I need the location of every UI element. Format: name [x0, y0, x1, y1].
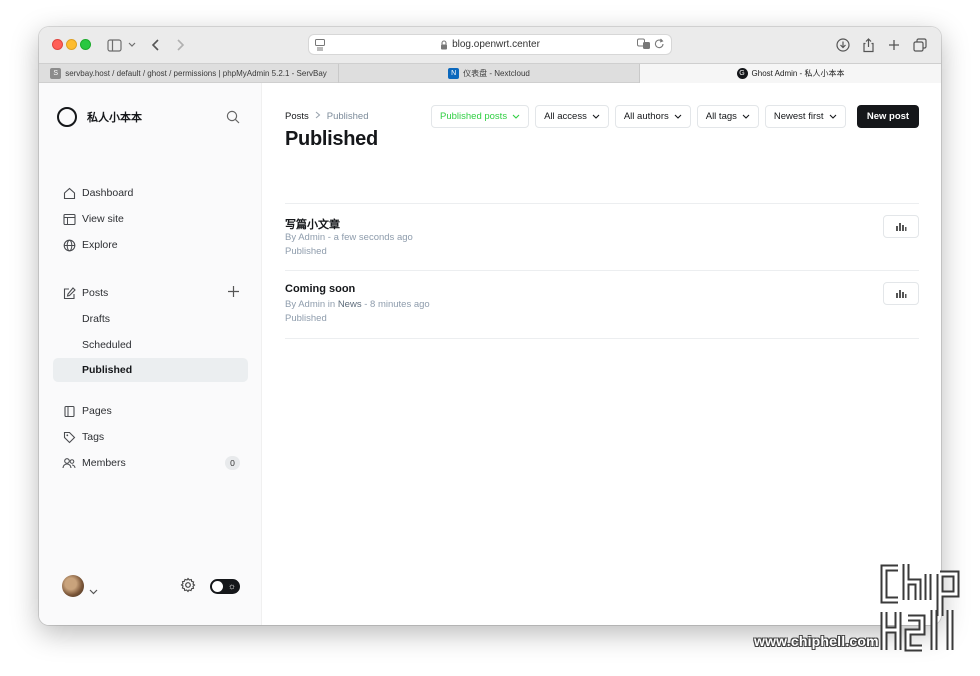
sidebar-item-scheduled[interactable]: Scheduled [53, 333, 248, 357]
share-icon[interactable] [862, 35, 875, 55]
post-status: Published [285, 313, 327, 324]
reload-icon[interactable] [654, 38, 665, 53]
add-post-icon[interactable] [227, 285, 240, 301]
bar-chart-icon [895, 285, 907, 303]
post-analytics-button[interactable] [883, 282, 919, 305]
filter-type-select[interactable]: Published posts [431, 105, 530, 128]
nextcloud-favicon-icon: N [448, 68, 460, 79]
tag-icon [62, 430, 76, 444]
sidebar-item-members[interactable]: Members 0 [53, 451, 248, 475]
tab-overview-icon[interactable] [913, 35, 927, 55]
breadcrumb-current: Published [326, 111, 369, 122]
site-name: 私人小本本 [87, 112, 142, 124]
chevron-down-icon [742, 111, 750, 122]
chevron-down-icon [592, 111, 600, 122]
servbay-favicon-icon: S [50, 68, 62, 79]
members-icon [62, 456, 76, 470]
globe-icon [62, 238, 76, 252]
tab-bar: S servbay.host / default / ghost / permi… [39, 63, 941, 83]
tab-label: servbay.host / default / ghost / permiss… [65, 69, 327, 78]
chevron-down-icon[interactable] [89, 582, 98, 600]
zoom-window-button[interactable] [80, 39, 91, 50]
sort-order-select[interactable]: Newest first [764, 105, 846, 128]
chevron-down-icon [829, 111, 837, 122]
sidebar: 私人小本本 Dashboard View site Explore Posts … [39, 83, 262, 625]
browser-window: blog.openwrt.center S servbay.host / def… [39, 27, 941, 625]
sun-icon: ☼ [227, 581, 236, 591]
forward-icon[interactable] [175, 35, 185, 55]
chevron-down-icon [512, 111, 520, 122]
post-status: Published [285, 246, 327, 257]
sidebar-item-view-site[interactable]: View site [53, 207, 248, 231]
sidebar-item-explore[interactable]: Explore [53, 233, 248, 257]
search-icon[interactable] [226, 110, 240, 129]
post-list-item[interactable]: 写篇小文章 By Admin - a few seconds ago Publi… [285, 203, 919, 271]
post-tag[interactable]: News [338, 299, 362, 310]
ghost-favicon-icon: G [736, 68, 748, 79]
filter-access-select[interactable]: All access [535, 105, 609, 128]
toggle-knob [212, 581, 223, 592]
sidebar-item-pages[interactable]: Pages [53, 399, 248, 423]
sidebar-item-tags[interactable]: Tags [53, 425, 248, 449]
sidebar-toggle-icon[interactable] [107, 35, 122, 55]
lock-icon [440, 39, 448, 50]
gear-icon[interactable] [180, 577, 196, 598]
sidebar-item-posts[interactable]: Posts [53, 281, 248, 305]
site-brand[interactable]: 私人小本本 [57, 107, 142, 127]
members-count-badge: 0 [225, 456, 240, 470]
chiphell-logo [878, 560, 968, 665]
tab-label: 仪表盘 - Nextcloud [463, 69, 530, 78]
downloads-icon[interactable] [836, 35, 850, 55]
page-settings-icon[interactable] [314, 38, 326, 54]
new-post-button[interactable]: New post [857, 105, 919, 128]
url-text: blog.openwrt.center [452, 39, 540, 50]
tab-label: Ghost Admin - 私人小本本 [751, 69, 845, 78]
post-meta: By Admin in News - 8 minutes ago [285, 299, 430, 310]
post-analytics-button[interactable] [883, 215, 919, 238]
address-bar[interactable]: blog.openwrt.center [308, 34, 672, 55]
sidebar-item-dashboard[interactable]: Dashboard [53, 181, 248, 205]
back-icon[interactable] [151, 35, 161, 55]
main-content: Posts Published Published Published post… [262, 83, 941, 625]
chevron-down-icon[interactable] [128, 35, 136, 55]
post-author: By Admin in [285, 299, 338, 310]
filter-bar: Published posts All access All authors A… [431, 105, 846, 128]
breadcrumb-posts-link[interactable]: Posts [285, 111, 309, 122]
sidebar-item-drafts[interactable]: Drafts [53, 307, 248, 331]
post-time: - 8 minutes ago [361, 299, 430, 310]
chevron-right-icon [315, 111, 321, 122]
bar-chart-icon [895, 218, 907, 236]
site-logo-icon [57, 107, 77, 127]
edit-icon [62, 286, 76, 300]
page-icon [62, 404, 76, 418]
filter-authors-select[interactable]: All authors [614, 105, 691, 128]
home-icon [62, 186, 76, 200]
browser-icon [62, 212, 76, 226]
minimize-window-button[interactable] [66, 39, 77, 50]
tab-ghost-admin[interactable]: G Ghost Admin - 私人小本本 [640, 64, 941, 83]
watermark-text: www.chiphell.com [754, 633, 879, 649]
page-title: Published [285, 128, 378, 150]
filter-tags-select[interactable]: All tags [696, 105, 759, 128]
chevron-down-icon [674, 111, 682, 122]
translate-icon[interactable] [637, 38, 651, 53]
post-title[interactable]: Coming soon [285, 283, 355, 295]
browser-toolbar: blog.openwrt.center [39, 27, 941, 63]
sidebar-item-published[interactable]: Published [53, 358, 248, 382]
avatar[interactable] [62, 575, 84, 597]
post-title[interactable]: 写篇小文章 [285, 216, 340, 232]
post-meta: By Admin - a few seconds ago [285, 232, 413, 243]
dark-mode-toggle[interactable]: ☼ [210, 579, 240, 594]
breadcrumb: Posts Published [285, 111, 369, 122]
new-tab-icon[interactable] [888, 35, 900, 55]
close-window-button[interactable] [52, 39, 63, 50]
tab-phpmyadmin[interactable]: S servbay.host / default / ghost / permi… [39, 64, 339, 83]
tab-nextcloud[interactable]: N 仪表盘 - Nextcloud [339, 64, 640, 83]
list-divider [285, 338, 919, 339]
post-list-item[interactable]: Coming soon By Admin in News - 8 minutes… [285, 270, 919, 338]
